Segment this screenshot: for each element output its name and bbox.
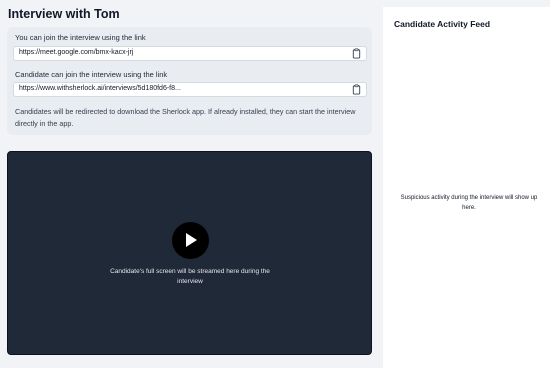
clipboard-icon[interactable] <box>351 84 362 95</box>
clipboard-icon[interactable] <box>351 48 362 59</box>
candidate-link-value: https://www.withsherlock.ai/interviews/5… <box>19 85 181 92</box>
candidate-link-field[interactable]: https://www.withsherlock.ai/interviews/5… <box>13 82 367 97</box>
stream-caption: Candidate's full screen will be streamed… <box>110 268 270 285</box>
activity-feed-empty-message: Suspicious activity during the interview… <box>400 195 538 211</box>
redirect-note: Candidates will be redirected to downloa… <box>15 107 356 128</box>
play-button[interactable] <box>172 222 209 259</box>
screen-stream-panel: Candidate's full screen will be streamed… <box>7 151 372 355</box>
activity-feed-title: Candidate Activity Feed <box>394 19 491 29</box>
interviewer-link-label: You can join the interview using the lin… <box>15 33 146 42</box>
page-title: Interview with Tom <box>8 7 120 21</box>
play-icon <box>186 233 197 247</box>
meeting-links-card: You can join the interview using the lin… <box>7 27 372 135</box>
interviewer-link-value: https://meet.google.com/bmx-kacx-jrj <box>19 49 134 56</box>
activity-feed-panel: Candidate Activity Feed Suspicious activ… <box>383 7 550 368</box>
candidate-link-label: Candidate can join the interview using t… <box>15 70 168 79</box>
interviewer-link-field[interactable]: https://meet.google.com/bmx-kacx-jrj <box>13 46 367 61</box>
